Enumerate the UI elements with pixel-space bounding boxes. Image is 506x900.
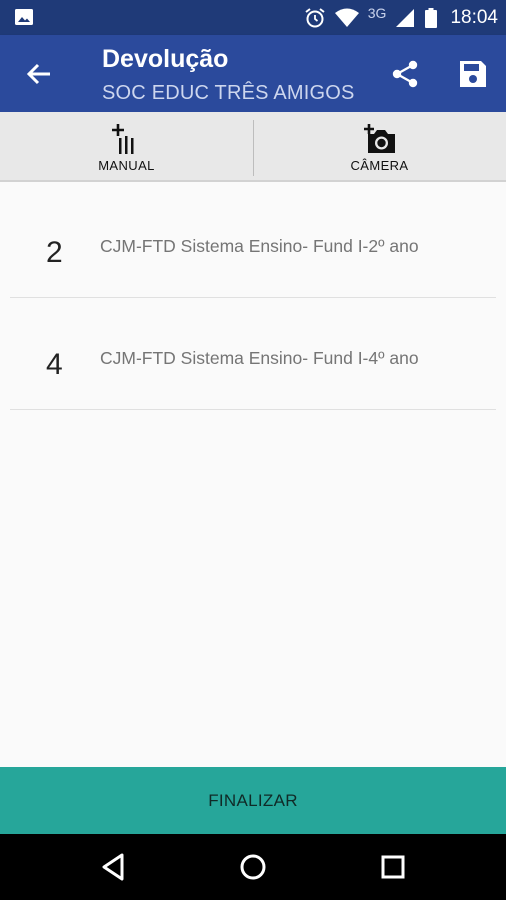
item-description: CJM-FTD Sistema Ensino- Fund I-4º ano [100, 348, 419, 368]
items-list: 2 CJM-FTD Sistema Ensino- Fund I-2º ano … [0, 186, 506, 410]
status-time: 18:04 [450, 6, 498, 28]
manual-add-icon [111, 123, 133, 154]
signal-icon [396, 8, 415, 27]
recents-nav-icon[interactable] [377, 851, 409, 883]
back-nav-icon[interactable] [98, 851, 130, 883]
item-quantity: 4 [46, 348, 63, 381]
battery-icon [425, 7, 438, 28]
camera-add-icon [363, 123, 395, 153]
list-item[interactable]: 2 CJM-FTD Sistema Ensino- Fund I-2º ano [10, 186, 496, 298]
mode-tabs: MANUAL CÂMERA [0, 112, 506, 182]
tab-camera-label: CÂMERA [350, 157, 409, 173]
home-nav-icon[interactable] [237, 851, 269, 883]
alarm-icon [305, 7, 325, 27]
page-title: Devolução [102, 45, 229, 73]
share-icon[interactable] [390, 59, 420, 89]
save-icon[interactable] [457, 58, 489, 90]
app-bar: Devolução SOC EDUC TRÊS AMIGOS [0, 35, 506, 112]
back-arrow-icon[interactable] [24, 59, 54, 89]
item-quantity: 2 [46, 236, 63, 269]
network-type: 3G [367, 4, 387, 21]
wifi-icon [334, 8, 359, 27]
tab-manual-label: MANUAL [98, 157, 155, 173]
gallery-icon [15, 9, 33, 25]
list-item[interactable]: 4 CJM-FTD Sistema Ensino- Fund I-4º ano [10, 298, 496, 410]
finalize-button[interactable]: FINALIZAR [0, 767, 506, 834]
page-subtitle: SOC EDUC TRÊS AMIGOS [102, 82, 355, 104]
system-nav-bar [0, 834, 506, 900]
tab-manual[interactable]: MANUAL [0, 112, 253, 180]
status-bar: 3G 18:04 [0, 0, 506, 35]
tab-camera[interactable]: CÂMERA [253, 112, 506, 180]
item-description: CJM-FTD Sistema Ensino- Fund I-2º ano [100, 236, 419, 256]
